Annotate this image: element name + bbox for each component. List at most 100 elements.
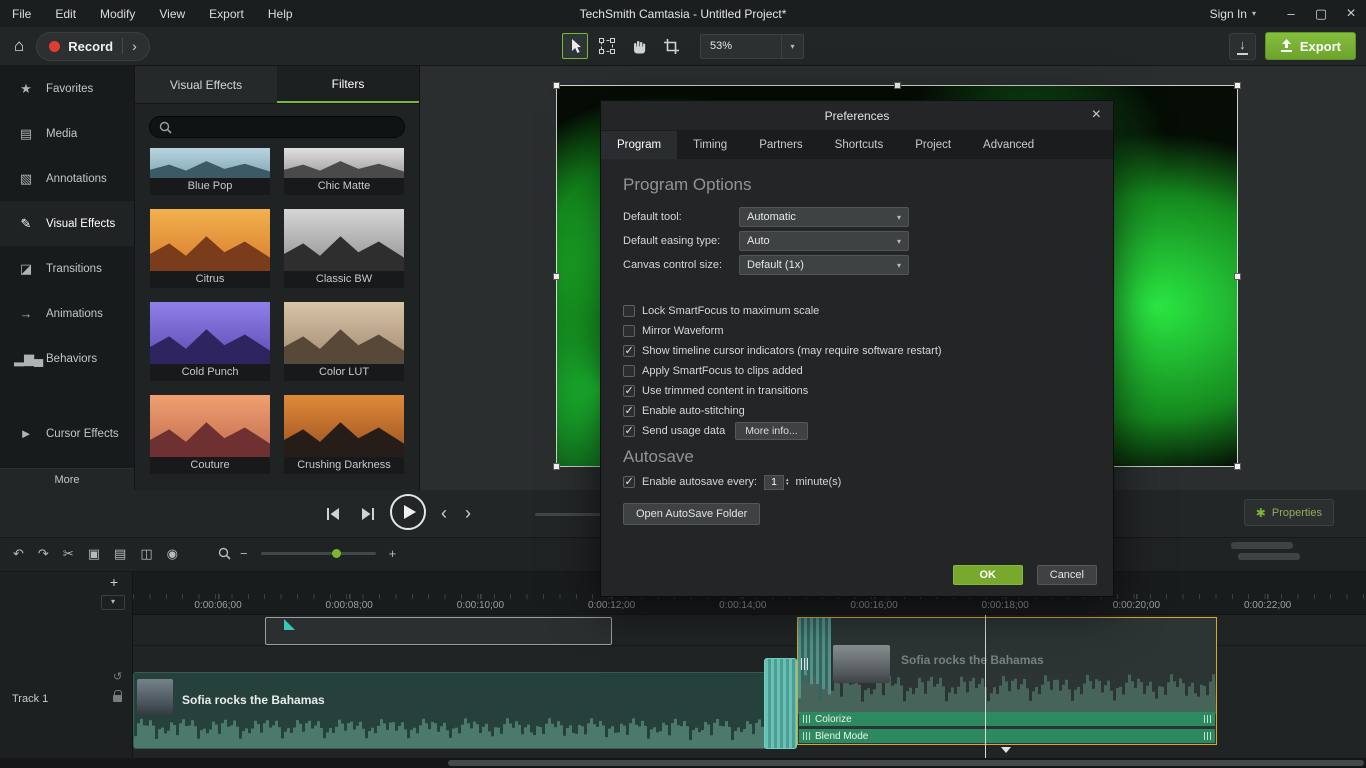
menu-help[interactable]: Help bbox=[268, 7, 293, 21]
scrollbar-thumb[interactable] bbox=[1238, 553, 1300, 560]
horizontal-scrollbar[interactable] bbox=[0, 758, 1366, 768]
dropdown-default-easing-type[interactable]: Auto▾ bbox=[739, 231, 909, 251]
close-icon[interactable]: × bbox=[1092, 106, 1101, 124]
pan-tool-button[interactable] bbox=[626, 33, 652, 59]
effect-row-blend-mode[interactable]: Blend Mode bbox=[799, 729, 1215, 743]
add-track-button[interactable]: + bbox=[104, 574, 124, 591]
record-button[interactable]: Record › bbox=[36, 32, 149, 61]
playhead[interactable] bbox=[985, 615, 986, 758]
selection-handle[interactable] bbox=[1234, 273, 1241, 280]
selection-handle[interactable] bbox=[1234, 82, 1241, 89]
filter-item[interactable]: Chic Matte bbox=[284, 148, 404, 195]
sidebar-item-cursor-effects[interactable]: ►Cursor Effects bbox=[0, 411, 134, 456]
maximize-button[interactable]: ▢ bbox=[1306, 6, 1336, 22]
edit-points-tool-button[interactable] bbox=[594, 33, 620, 59]
filter-item[interactable]: Classic BW bbox=[284, 209, 404, 288]
canvas-zoom-select[interactable]: 53% ▾ bbox=[700, 34, 804, 59]
cancel-button[interactable]: Cancel bbox=[1037, 565, 1097, 585]
dialog-tab-partners[interactable]: Partners bbox=[743, 131, 818, 159]
timeline-ruler[interactable]: 0:00:06;000:00:08;000:00:10;000:00:12;00… bbox=[133, 594, 1366, 615]
home-icon[interactable]: ⌂ bbox=[14, 36, 24, 56]
dialog-tab-project[interactable]: Project bbox=[899, 131, 967, 159]
animation-group-clip[interactable] bbox=[265, 617, 612, 645]
sidebar-item-annotations[interactable]: ▧Annotations bbox=[0, 156, 134, 201]
properties-button[interactable]: ✱ Properties bbox=[1244, 499, 1334, 526]
selected-media-clip[interactable]: Sofia rocks the Bahamas ColorizeBlend Mo… bbox=[797, 617, 1217, 745]
checkbox[interactable] bbox=[623, 425, 635, 437]
checkbox[interactable] bbox=[623, 365, 635, 377]
dialog-tab-timing[interactable]: Timing bbox=[677, 131, 743, 159]
selection-handle[interactable] bbox=[553, 273, 560, 280]
dialog-tab-program[interactable]: Program bbox=[601, 131, 677, 159]
checkbox[interactable] bbox=[623, 345, 635, 357]
selection-handle[interactable] bbox=[894, 82, 901, 89]
transition-clip[interactable] bbox=[764, 658, 797, 749]
dialog-tab-advanced[interactable]: Advanced bbox=[967, 131, 1050, 159]
autosave-checkbox[interactable] bbox=[623, 476, 635, 488]
sidebar-more-button[interactable]: More bbox=[0, 468, 134, 490]
track-lock-icon[interactable] bbox=[113, 695, 122, 702]
dialog-titlebar[interactable]: Preferences × bbox=[601, 101, 1113, 131]
filter-item[interactable]: Cold Punch bbox=[150, 302, 270, 381]
menu-modify[interactable]: Modify bbox=[100, 7, 135, 21]
next-frame-button[interactable] bbox=[356, 501, 378, 527]
close-button[interactable]: × bbox=[1336, 5, 1366, 23]
filter-item[interactable]: Color LUT bbox=[284, 302, 404, 381]
effect-row-colorize[interactable]: Colorize bbox=[799, 712, 1215, 726]
dropdown-canvas-control-size[interactable]: Default (1x)▾ bbox=[739, 255, 909, 275]
menu-edit[interactable]: Edit bbox=[55, 7, 76, 21]
open-autosave-folder-button[interactable]: Open AutoSave Folder bbox=[623, 503, 760, 525]
paste-icon[interactable]: ▤ bbox=[114, 547, 126, 561]
checkbox[interactable] bbox=[623, 305, 635, 317]
download-button[interactable]: ↓ bbox=[1229, 33, 1256, 60]
scrollbar-thumb[interactable] bbox=[1231, 542, 1293, 549]
selection-handle[interactable] bbox=[553, 463, 560, 470]
play-button[interactable] bbox=[390, 494, 426, 530]
trim-grip-icon[interactable] bbox=[801, 658, 808, 670]
track-sync-icon[interactable]: ↺ bbox=[113, 670, 122, 683]
pointer-tool-button[interactable] bbox=[562, 33, 588, 59]
tab-visual-effects[interactable]: Visual Effects bbox=[135, 66, 277, 103]
filter-item[interactable]: Couture bbox=[150, 395, 270, 474]
dropdown-default-tool[interactable]: Automatic▾ bbox=[739, 207, 909, 227]
minimize-button[interactable]: – bbox=[1276, 6, 1306, 21]
selection-handle[interactable] bbox=[1234, 463, 1241, 470]
sidebar-item-media[interactable]: ▤Media bbox=[0, 111, 134, 156]
zoom-slider-knob[interactable] bbox=[332, 549, 341, 558]
zoom-slider[interactable] bbox=[261, 552, 376, 555]
collapse-tracks-button[interactable]: ▾ bbox=[101, 595, 125, 610]
cut-icon[interactable]: ✂ bbox=[63, 547, 74, 561]
sign-in-button[interactable]: Sign In ▾ bbox=[1210, 7, 1256, 21]
media-clip[interactable]: Sofia rocks the Bahamas bbox=[133, 672, 797, 749]
export-button[interactable]: Export bbox=[1265, 32, 1356, 60]
menu-export[interactable]: Export bbox=[209, 7, 244, 21]
crop-tool-button[interactable] bbox=[658, 33, 684, 59]
filter-item[interactable]: Crushing Darkness bbox=[284, 395, 404, 474]
menu-view[interactable]: View bbox=[159, 7, 185, 21]
sidebar-item-visual-effects[interactable]: ✎Visual Effects bbox=[0, 201, 134, 246]
sidebar-item-transitions[interactable]: ◪Transitions bbox=[0, 246, 134, 291]
filter-item[interactable]: Blue Pop bbox=[150, 148, 270, 195]
checkbox[interactable] bbox=[623, 385, 635, 397]
autosave-minutes-input[interactable]: 1 bbox=[764, 475, 784, 490]
camera-icon[interactable]: ◉ bbox=[167, 547, 178, 561]
sidebar-item-favorites[interactable]: ★Favorites bbox=[0, 66, 134, 111]
undo-icon[interactable]: ↶ bbox=[13, 547, 24, 561]
tab-filters[interactable]: Filters bbox=[277, 66, 419, 103]
tracks-area[interactable]: Sofia rocks the Bahamas Sofia rocks the … bbox=[133, 615, 1366, 758]
collapse-effects-icon[interactable] bbox=[1001, 747, 1011, 758]
checkbox[interactable] bbox=[623, 325, 635, 337]
zoom-in-button[interactable]: + bbox=[389, 548, 397, 560]
selection-handle[interactable] bbox=[553, 82, 560, 89]
checkbox[interactable] bbox=[623, 405, 635, 417]
more-info-button[interactable]: More info... bbox=[735, 422, 808, 440]
filter-item[interactable]: Citrus bbox=[150, 209, 270, 288]
copy-icon[interactable]: ▣ bbox=[88, 547, 100, 561]
next-clip-button[interactable]: › bbox=[462, 503, 474, 524]
sidebar-item-animations[interactable]: →Animations bbox=[0, 291, 134, 336]
redo-icon[interactable]: ↷ bbox=[38, 547, 49, 561]
sidebar-item-behaviors[interactable]: ▂▆▄Behaviors bbox=[0, 336, 134, 381]
scrollbar-thumb[interactable] bbox=[448, 760, 1364, 766]
menu-file[interactable]: File bbox=[12, 7, 31, 21]
search-input[interactable] bbox=[149, 116, 405, 138]
